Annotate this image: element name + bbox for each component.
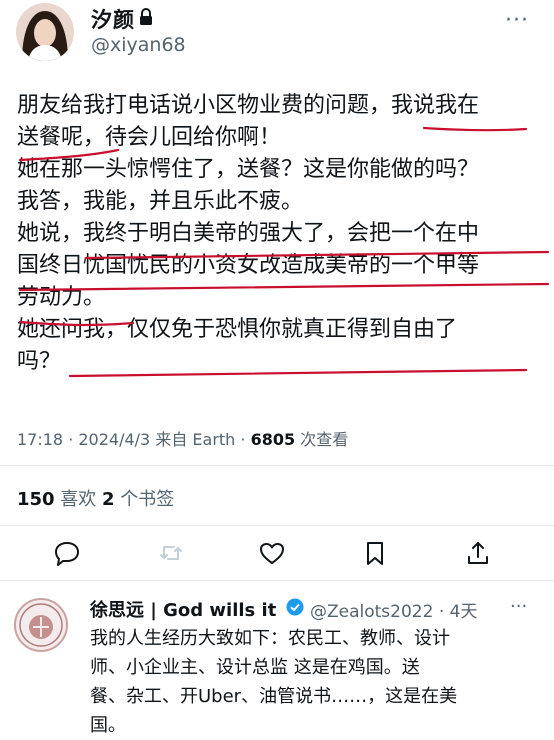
reply-author-name[interactable]: 徐思远 | God wills it bbox=[90, 596, 276, 622]
reply-line: 我的人生经历大致如下：农民工、教师、设计 bbox=[90, 628, 450, 649]
verified-badge-icon bbox=[286, 598, 304, 616]
reply-text: 我的人生经历大致如下：农民工、教师、设计 师、小企业主、设计总监 这是在鸡国。送… bbox=[90, 624, 540, 740]
tweet-meta: 17:18 · 2024/4/3 来自 Earth · 6805 次查看 bbox=[17, 426, 348, 450]
reply-more-icon[interactable]: ··· bbox=[510, 596, 527, 617]
divider bbox=[0, 525, 554, 526]
divider bbox=[0, 580, 554, 581]
reply-line: 国。 bbox=[90, 715, 126, 736]
divider bbox=[0, 465, 554, 466]
tweet-time[interactable]: 17:18 · 2024/4/3 来自 Earth · bbox=[17, 430, 251, 449]
like-count[interactable]: 150 bbox=[17, 489, 55, 510]
reply-avatar[interactable] bbox=[14, 598, 68, 652]
bookmark-count[interactable]: 2 bbox=[102, 489, 115, 510]
reply-line: 餐、杂工、开Uber、油管说书……，这是在美 bbox=[90, 686, 458, 707]
view-count: 6805 bbox=[250, 430, 296, 449]
like-icon[interactable] bbox=[257, 538, 287, 568]
reply-line: 师、小企业主、设计总监 这是在鸡国。送 bbox=[90, 657, 420, 678]
share-icon[interactable] bbox=[463, 538, 493, 568]
reply-author-name-text[interactable]: 徐思远 | God wills it bbox=[90, 600, 276, 621]
bookmark-icon[interactable] bbox=[360, 538, 390, 568]
view-label: 次查看 bbox=[295, 430, 349, 449]
retweet-icon[interactable] bbox=[156, 538, 186, 568]
reply-icon[interactable] bbox=[52, 538, 82, 568]
reply-author-handle[interactable]: @Zealots2022 · 4天 bbox=[310, 597, 477, 622]
tweet-stats: 150 喜欢 2 个书签 bbox=[17, 485, 174, 511]
bookmark-label[interactable]: 个书签 bbox=[115, 489, 174, 510]
like-label[interactable]: 喜欢 bbox=[55, 489, 102, 510]
